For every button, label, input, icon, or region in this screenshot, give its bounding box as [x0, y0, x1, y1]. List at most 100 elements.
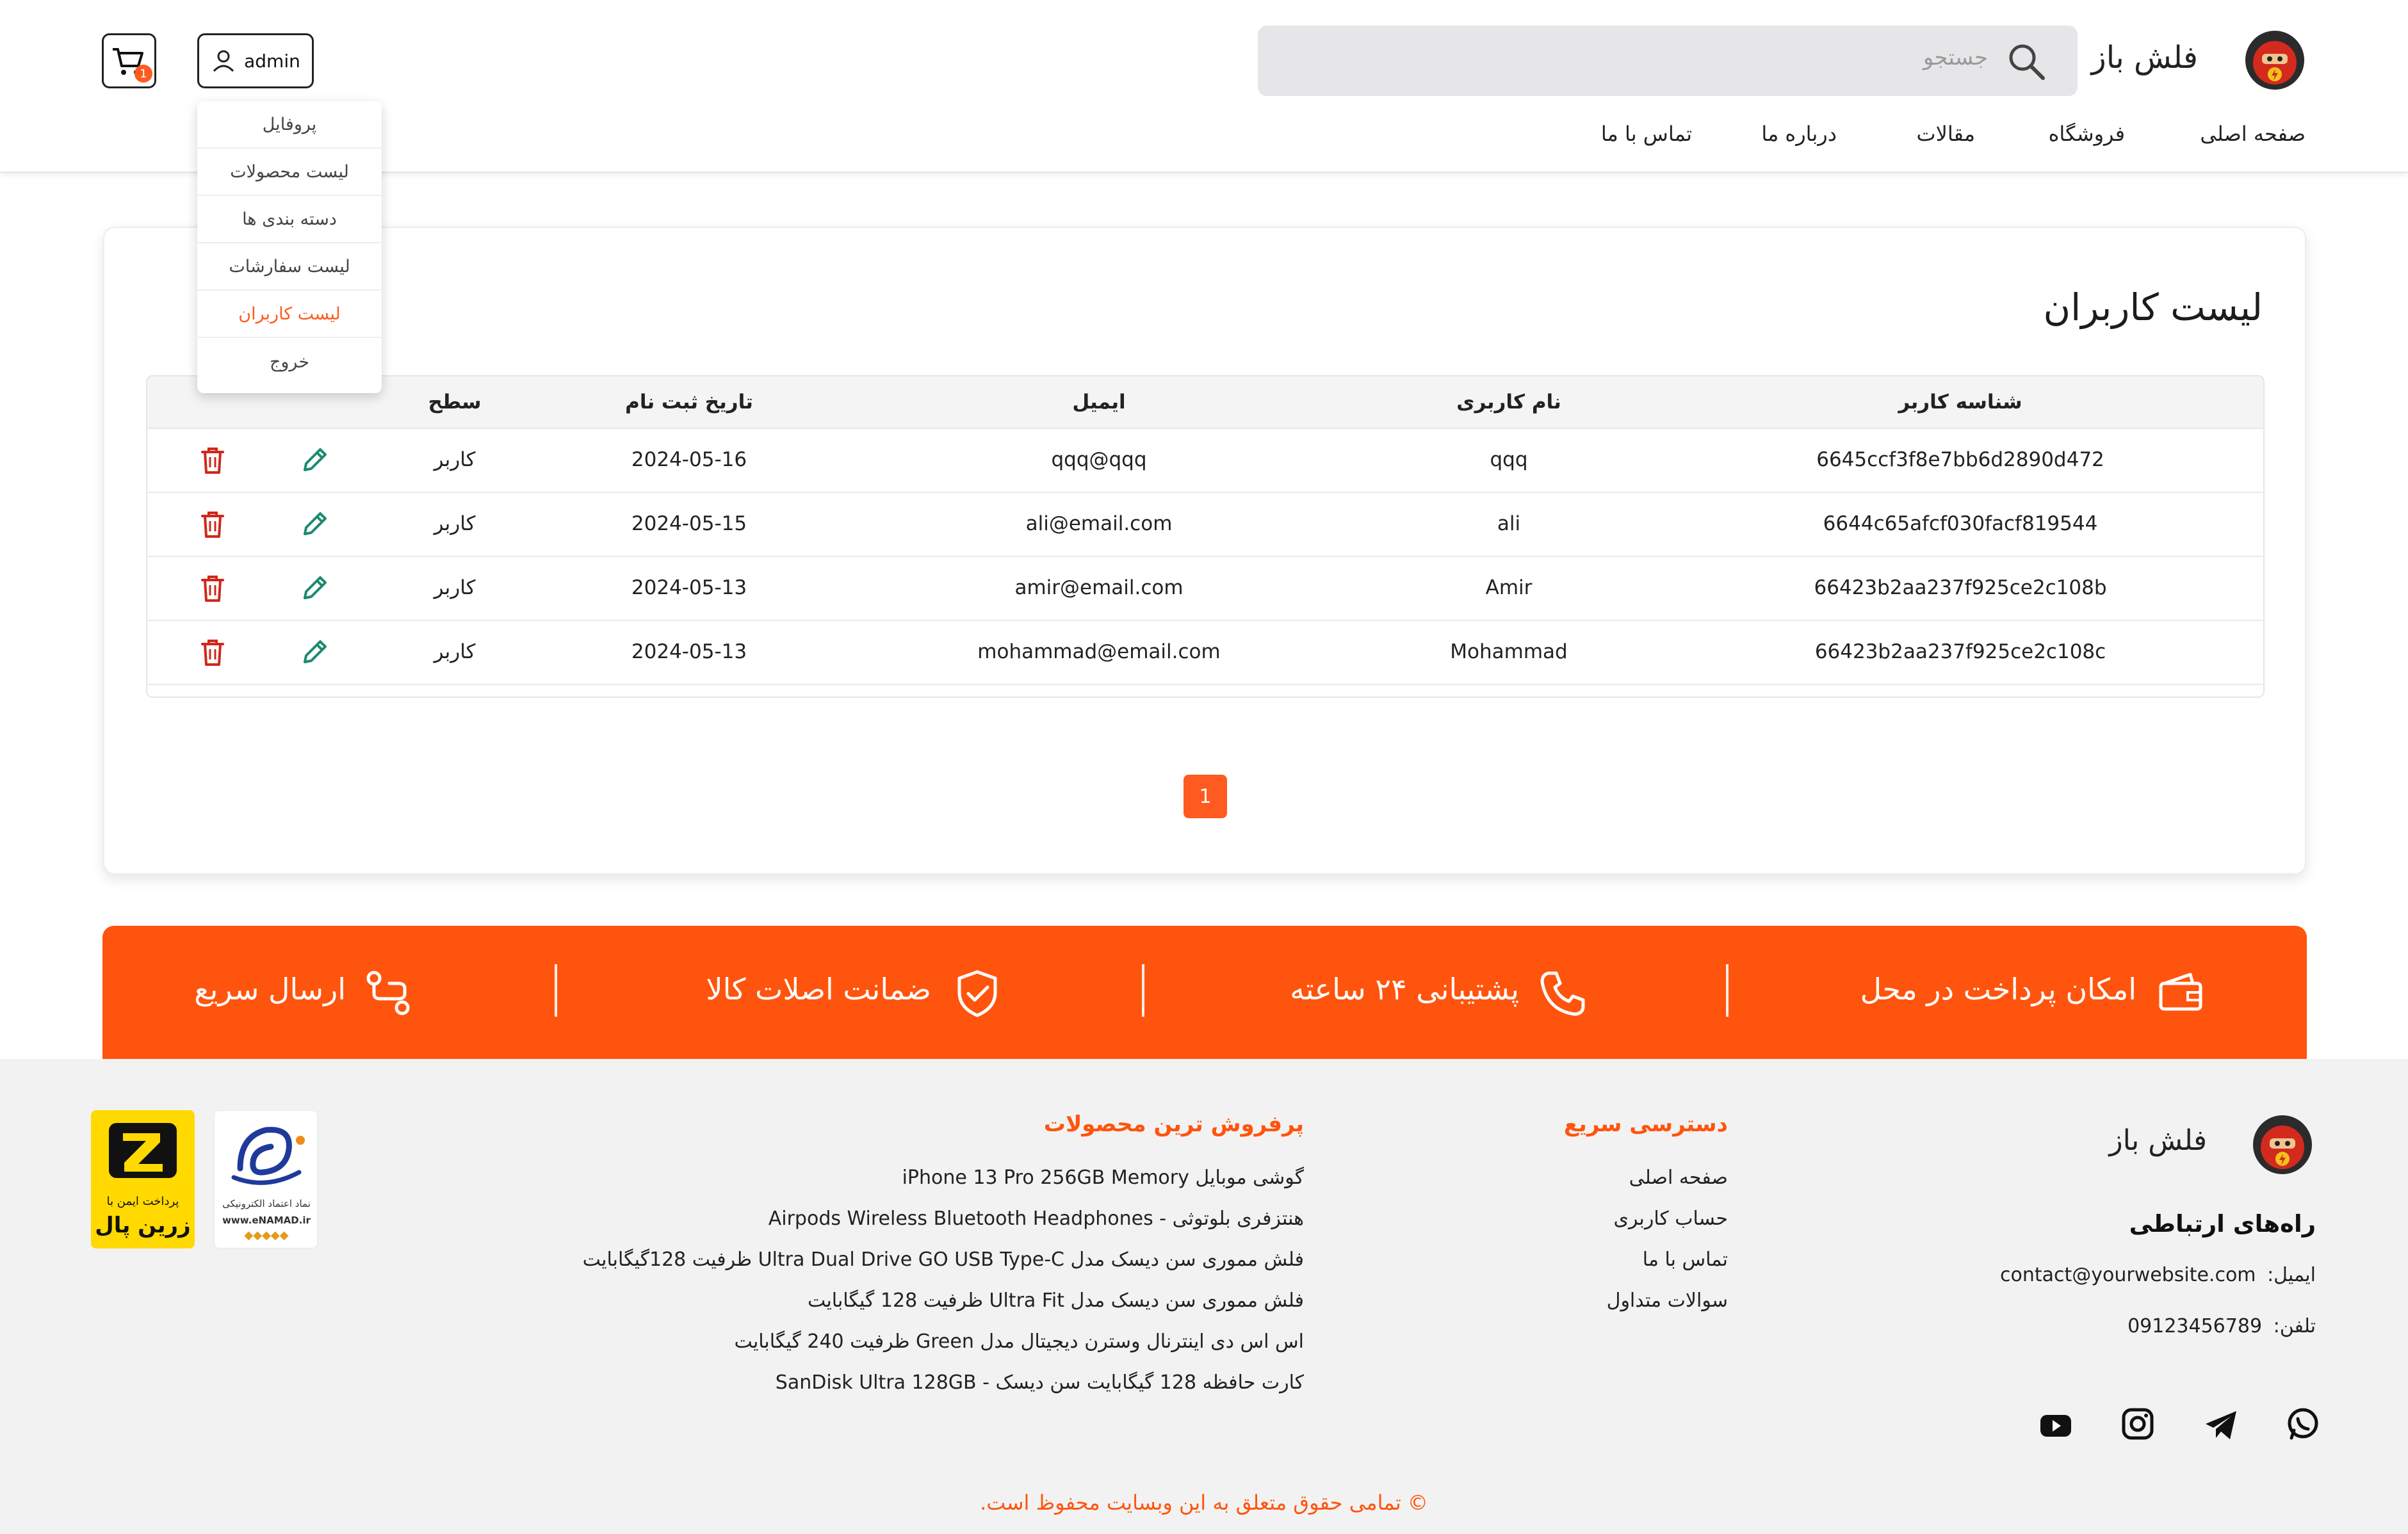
cell-user-id: 66423b2aa237f925ce2c108b [1814, 576, 2107, 599]
cell-username: qqq [1490, 448, 1528, 471]
mascot-logo-icon [2253, 1115, 2312, 1174]
trash-icon[interactable] [200, 638, 225, 672]
menu-item-profile[interactable]: پروفایل [197, 101, 382, 149]
best-seller-link[interactable]: اس اس دی اینترنال وسترن دیجیتال مدل Gree… [734, 1330, 1304, 1353]
cell-email: qqq@qqq [1051, 448, 1147, 471]
enamad-site: www.eNAMAD.ir [222, 1215, 311, 1226]
feature-authenticity: ضمانت اصلات کالا [706, 972, 931, 1006]
cell-signup-date: 2024-05-15 [631, 512, 747, 535]
col-user-id: شناسه کاربر [1898, 391, 2022, 414]
features-divider [555, 964, 557, 1017]
user-dropdown-menu: پروفایل لیست محصولات دسته بندی ها لیست س… [197, 101, 382, 393]
whatsapp-icon[interactable] [2285, 1406, 2321, 1444]
zarinpal-badge[interactable]: پرداخت ایمن با زرین پال [91, 1110, 195, 1248]
footer-brand-name: فلش باز [2109, 1124, 2207, 1157]
feature-cod: امکان پرداخت در محل [1860, 972, 2136, 1006]
footer-link-contact[interactable]: تماس با ما [1643, 1248, 1728, 1271]
search-bar[interactable]: جستجو [1258, 26, 2078, 96]
best-seller-link[interactable]: هنتزفری بلوتوثی - Airpods Wireless Bluet… [769, 1207, 1304, 1230]
users-table: شناسه کاربر نام کاربری ایمیل تاریخ ثبت ن… [146, 375, 2265, 698]
cell-email: mohammad@email.com [977, 640, 1221, 663]
feature-fast-shipping: ارسال سریع [194, 972, 346, 1006]
pencil-icon[interactable] [300, 446, 329, 480]
users-card: لیست کاربران شناسه کاربر نام کاربری ایمی… [103, 227, 2306, 875]
cell-username: Mohammad [1450, 640, 1568, 663]
footer-link-home[interactable]: صفحه اصلی [1629, 1167, 1728, 1189]
pencil-icon[interactable] [300, 638, 329, 672]
zarinpal-line2: زرین پال [95, 1213, 191, 1238]
pencil-icon[interactable] [300, 574, 329, 608]
col-signup-date: تاریخ ثبت نام [625, 391, 753, 414]
cell-level: کاربر [434, 512, 476, 535]
best-seller-link[interactable]: فلش مموری سن دیسک مدل Ultra Fit ظرفیت 12… [808, 1289, 1304, 1312]
menu-item-products[interactable]: لیست محصولات [197, 149, 382, 196]
best-seller-link[interactable]: گوشی موبایل iPhone 13 Pro 256GB Memory [902, 1167, 1304, 1189]
cell-level: کاربر [434, 576, 476, 599]
menu-item-logout[interactable]: خروج [197, 338, 382, 385]
table-row: 66423b2aa237f925ce2c108c Mohammad mohammad… [147, 621, 2263, 685]
best-seller-link[interactable]: فلش مموری سن دیسک مدل Ultra Dual Drive G… [583, 1248, 1304, 1271]
user-icon [213, 50, 234, 72]
cell-signup-date: 2024-05-13 [631, 640, 747, 663]
cell-user-id: 6645ccf3f8e7bb6d2890d472 [1816, 448, 2104, 471]
trash-icon[interactable] [200, 446, 225, 480]
nav-home[interactable]: صفحه اصلی [2200, 122, 2306, 146]
table-row: 6644c65afcf030facf819544 ali ali@email.com… [147, 493, 2263, 557]
telegram-icon[interactable] [2203, 1407, 2239, 1446]
features-divider [1726, 964, 1729, 1017]
zarinpal-logo-icon [109, 1123, 177, 1178]
table-row: 66423b2aa237f925ce2c108aadminadmin@email… [147, 685, 2263, 697]
footer-logo [2249, 1110, 2316, 1177]
email-label: ایمیل: [2267, 1264, 2316, 1286]
trash-icon[interactable] [200, 574, 225, 608]
user-menu-button[interactable]: admin [197, 33, 314, 88]
contact-title: راه‌های ارتباطی [2129, 1210, 2316, 1238]
contact-phone[interactable]: 09123456789 [2127, 1315, 2262, 1337]
best-seller-link[interactable]: کارت حافظه 128 گیگابایت سن دیسک - SanDis… [776, 1371, 1304, 1394]
brand-name[interactable]: فلش باز [2092, 40, 2198, 76]
copyright: © تمامی حقوق متعلق به این وبسایت محفوظ ا… [980, 1490, 1428, 1515]
cell-level: کاربر [434, 448, 476, 471]
site-logo[interactable] [2241, 26, 2308, 92]
table-row: 6645ccf3f8e7bb6d2890d472 qqq qqq@qqq 2024-0… [147, 429, 2263, 493]
phone-icon [1537, 968, 1588, 1022]
menu-item-users[interactable]: لیست کاربران [197, 291, 382, 338]
enamad-title: نماد اعتماد الکترونیکی [222, 1198, 311, 1209]
pagination-page-1[interactable]: 1 [1184, 775, 1227, 818]
nav-articles[interactable]: مقالات [1917, 122, 1975, 146]
wallet-icon [2156, 968, 2207, 1022]
page-title: لیست کاربران [2043, 286, 2263, 329]
contact-phone-row: تلفن: 09123456789 [2127, 1315, 2316, 1337]
menu-item-categories[interactable]: دسته بندی ها [197, 196, 382, 243]
col-level: سطح [428, 391, 482, 414]
contact-email-row: ایمیل: contact@yourwebsite.com [2000, 1264, 2316, 1286]
enamad-badge[interactable]: نماد اعتماد الکترونیکی www.eNAMAD.ir ◆◆◆… [214, 1110, 318, 1248]
footer-link-account[interactable]: حساب کاربری [1613, 1207, 1728, 1230]
youtube-icon[interactable] [2038, 1407, 2074, 1446]
cell-email: ali@email.com [1025, 512, 1173, 535]
search-icon[interactable] [2006, 41, 2047, 85]
nav-about[interactable]: درباره ما [1761, 122, 1837, 146]
enamad-stars: ◆◆◆◆◆ [244, 1229, 289, 1242]
cell-username: ali [1497, 512, 1521, 535]
quick-access-title: دسترسی سریع [1563, 1111, 1728, 1137]
contact-email[interactable]: contact@yourwebsite.com [2000, 1264, 2256, 1286]
route-icon [364, 968, 415, 1022]
col-username: نام کاربری [1456, 391, 1561, 414]
search-input[interactable]: جستجو [1923, 45, 1988, 70]
trash-icon[interactable] [200, 510, 225, 544]
nav-contact[interactable]: تماس با ما [1601, 122, 1692, 146]
menu-item-orders[interactable]: لیست سفارشات [197, 243, 382, 291]
user-name: admin [244, 50, 300, 72]
mascot-logo-icon [2245, 31, 2304, 90]
footer-link-faq[interactable]: سوالات متداول [1607, 1289, 1728, 1312]
nav-shop[interactable]: فروشگاه [2049, 122, 2125, 146]
feature-support: پشتیبانی ۲۴ ساعته [1290, 972, 1519, 1006]
table-header: شناسه کاربر نام کاربری ایمیل تاریخ ثبت ن… [147, 376, 2263, 429]
pencil-icon[interactable] [300, 510, 329, 544]
table-row: 66423b2aa237f925ce2c108b Amir amir@email.c… [147, 557, 2263, 621]
instagram-icon[interactable] [2120, 1406, 2156, 1444]
features-bar: امکان پرداخت در محل پشتیبانی ۲۴ ساعته ضم… [102, 926, 2307, 1059]
cart-button[interactable]: 1 [102, 33, 156, 88]
features-divider [1142, 964, 1144, 1017]
